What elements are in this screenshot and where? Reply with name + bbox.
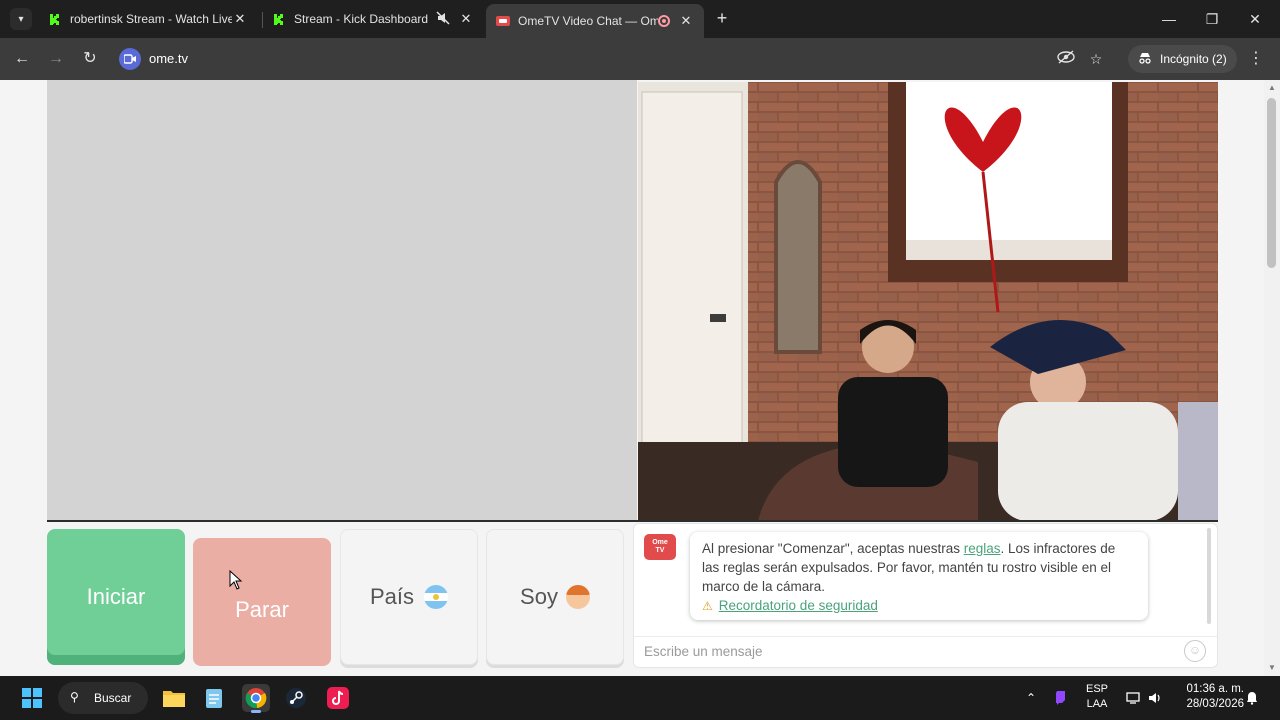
recording-icon <box>658 15 670 27</box>
search-label: Buscar <box>94 691 132 705</box>
reload-button[interactable]: ↻ <box>79 48 101 70</box>
muted-speaker-icon[interactable] <box>436 10 452 28</box>
tab-ometv[interactable]: OmeTV Video Chat — Ome ✕ <box>486 4 704 38</box>
tab-strip: ▾ robertinsk Stream - Watch Live ✕ Strea… <box>0 0 1280 38</box>
mouse-cursor-icon <box>229 570 243 590</box>
scroll-up-arrow-icon[interactable]: ▲ <box>1265 82 1279 94</box>
bookmark-star-icon[interactable]: ☆ <box>1086 49 1106 69</box>
warning-icon: ⚠ <box>702 599 713 613</box>
incognito-badge[interactable]: Incógnito (2) <box>1128 45 1237 73</box>
gender-label: Soy <box>520 584 558 609</box>
stop-button[interactable]: Parar <box>193 538 331 666</box>
tab-robertinsk-stream[interactable]: robertinsk Stream - Watch Live ✕ <box>38 4 258 34</box>
volume-icon[interactable] <box>1146 684 1164 712</box>
kick-logo-icon <box>48 12 62 26</box>
gender-selector-button[interactable]: Soy <box>486 529 624 665</box>
show-hidden-icons-chevron-icon[interactable]: ⌃ <box>1022 684 1040 712</box>
ometv-logo-icon: Ome TV <box>644 534 676 560</box>
close-tab-icon[interactable]: ✕ <box>458 11 474 27</box>
logo-text-bottom: TV <box>655 547 665 554</box>
tab-kick-dashboard[interactable]: Stream - Kick Dashboard ✕ <box>262 4 484 34</box>
chat-scrollbar[interactable] <box>1207 528 1211 624</box>
network-icon[interactable] <box>1124 684 1142 712</box>
chrome-icon[interactable] <box>242 684 270 713</box>
notice-prefix: Al presionar "Comenzar", aceptas nuestra… <box>702 541 964 556</box>
start-button[interactable]: Iniciar <box>47 529 185 665</box>
back-button[interactable]: ← <box>11 48 33 70</box>
twitch-tray-icon[interactable] <box>1052 684 1070 712</box>
windows-start-icon[interactable] <box>22 688 42 708</box>
scroll-down-arrow-icon[interactable]: ▼ <box>1265 662 1279 674</box>
tab-title: OmeTV Video Chat — Ome <box>518 14 658 28</box>
browser-toolbar: ← → ↻ ome.tv ☆ Incógnito (2) ⋮ <box>0 38 1280 80</box>
system-notice-bubble: Al presionar "Comenzar", aceptas nuestra… <box>690 532 1148 620</box>
incognito-label: Incógnito (2) <box>1160 52 1227 66</box>
search-icon: ⚲ <box>70 690 79 704</box>
remote-video-area <box>638 82 1218 521</box>
close-tab-icon[interactable]: ✕ <box>232 11 248 27</box>
emoji-icon[interactable]: ☺ <box>1184 640 1206 662</box>
new-tab-button[interactable]: + <box>712 8 732 28</box>
keyboard-layout: LAA <box>1086 698 1108 710</box>
tab-title: robertinsk Stream - Watch Live <box>70 12 232 26</box>
close-window-button[interactable]: ✕ <box>1240 8 1270 30</box>
clock-date: 28/03/2026 <box>1186 698 1244 710</box>
tab-search-button[interactable]: ▾ <box>10 8 32 30</box>
restore-button[interactable]: ❐ <box>1197 8 1227 30</box>
logo-text-top: Ome <box>652 539 668 546</box>
steam-icon[interactable] <box>282 684 310 712</box>
start-button-label: Iniciar <box>86 584 146 609</box>
language-code: ESP <box>1085 683 1108 695</box>
safety-reminder-link[interactable]: Recordatorio de seguridad <box>719 598 878 613</box>
close-tab-icon[interactable]: ✕ <box>678 13 694 29</box>
tab-title: Stream - Kick Dashboard <box>294 12 429 26</box>
address-bar[interactable]: ome.tv <box>149 51 188 66</box>
notepad-icon[interactable] <box>200 684 228 712</box>
country-label: País <box>369 584 415 609</box>
kick-logo-icon <box>272 12 286 26</box>
forward-button[interactable]: → <box>45 48 67 70</box>
remote-camera-feed <box>638 82 1218 521</box>
ometv-logo-icon <box>496 14 510 28</box>
page-scrollbar-thumb[interactable] <box>1267 98 1276 268</box>
local-video-area <box>47 80 637 521</box>
incognito-icon <box>1138 52 1152 67</box>
country-selector-button[interactable]: País <box>340 529 478 665</box>
rules-link[interactable]: reglas <box>964 541 1001 556</box>
message-input[interactable]: Escribe un mensaje <box>634 636 1217 666</box>
taskbar-clock[interactable]: 01:36 a. m. 28/03/2026 <box>1176 682 1244 712</box>
browser-menu-icon[interactable]: ⋮ <box>1248 49 1264 69</box>
notifications-bell-icon[interactable] <box>1244 684 1260 712</box>
tiktok-icon[interactable] <box>324 684 352 712</box>
video-divider <box>47 520 1218 522</box>
active-app-indicator <box>251 710 261 713</box>
argentina-flag-icon <box>424 585 449 609</box>
stop-button-label: Parar <box>235 597 289 622</box>
taskbar-search-button[interactable]: ⚲ Buscar <box>58 682 148 714</box>
boy-avatar-icon <box>565 585 590 609</box>
file-explorer-icon[interactable] <box>160 684 188 712</box>
clock-time: 01:36 a. m. <box>1186 683 1244 695</box>
language-indicator[interactable]: ESP LAA <box>1084 682 1110 712</box>
minimize-button[interactable]: — <box>1154 8 1184 30</box>
eye-slash-icon[interactable] <box>1056 49 1076 69</box>
site-info-icon[interactable] <box>119 48 141 70</box>
